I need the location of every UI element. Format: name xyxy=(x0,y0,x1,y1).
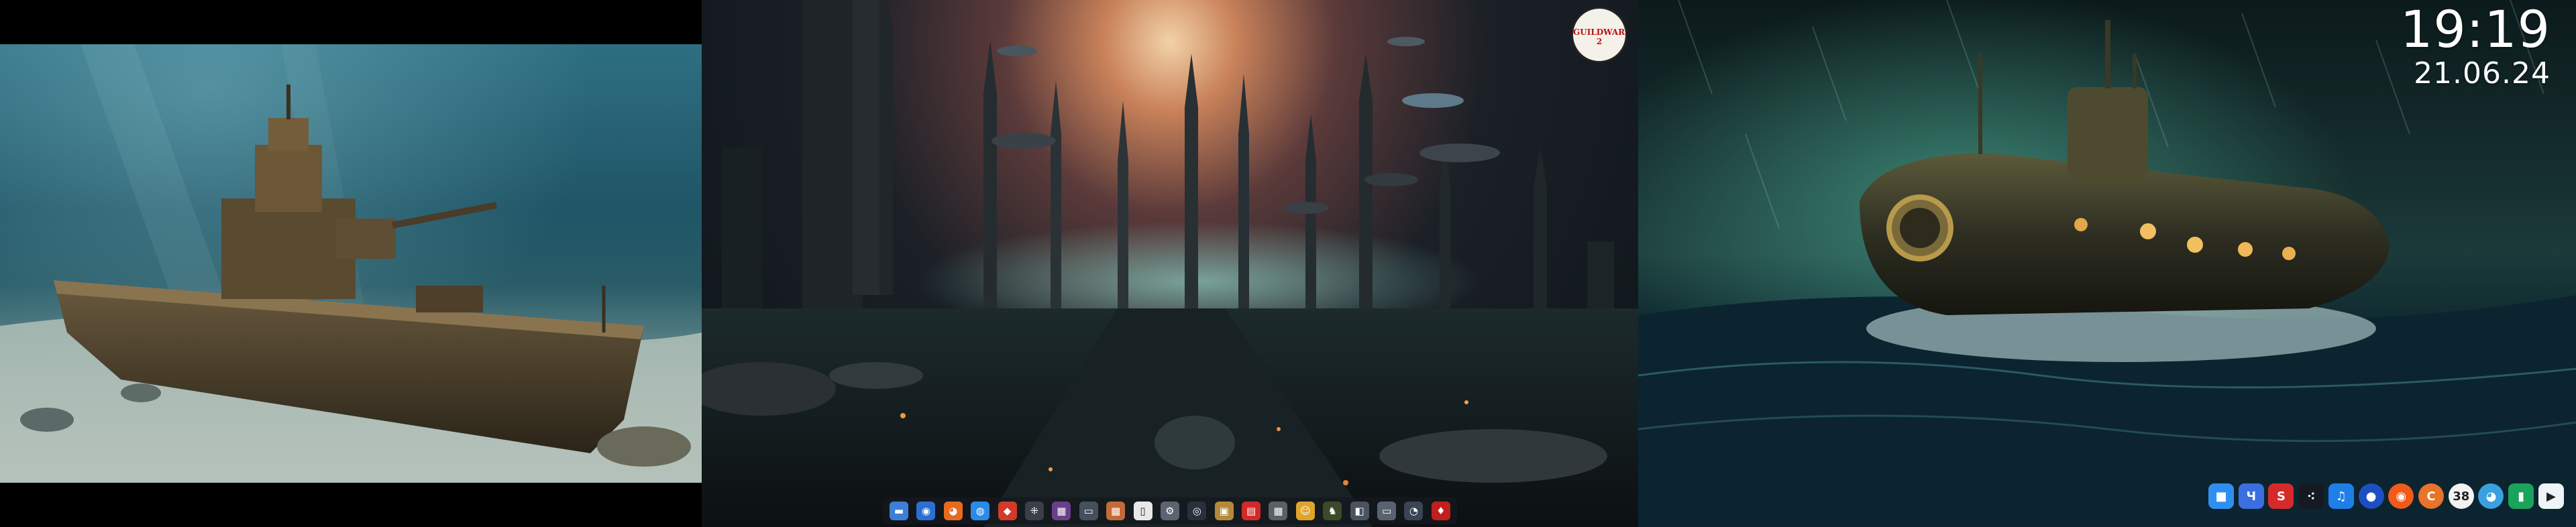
document-icon[interactable]: ▯ xyxy=(1133,502,1152,520)
left-monitor-wallpaper xyxy=(0,0,702,527)
desktop-clock: 19:19 21.06.24 xyxy=(2400,1,2551,90)
right-monitor-wallpaper: 19:19 21.06.24 xyxy=(1638,0,2576,527)
pdf-icon[interactable]: ▤ xyxy=(1242,502,1261,520)
firefox-icon[interactable]: ◕ xyxy=(943,502,963,520)
archive-icon[interactable]: ▣ xyxy=(1214,502,1234,520)
radio-app-icon[interactable]: ● xyxy=(2358,483,2384,509)
monitor-icon[interactable]: ▭ xyxy=(1377,502,1397,520)
game-icon[interactable]: ♞ xyxy=(1323,502,1342,520)
badge-logo-text: GUILDWARS 2 xyxy=(1573,27,1627,46)
globe-browser-icon[interactable]: ◍ xyxy=(971,502,990,520)
texture-app-icon[interactable]: ▩ xyxy=(1106,502,1126,520)
orange-app-icon[interactable]: ◉ xyxy=(2388,483,2414,509)
scifi-city-illustration xyxy=(702,0,1638,527)
right-taskbar-dock: ■ Ч S ⁖ ♫ ● ◉ C 38 ◕ ▮ ▶ xyxy=(2208,479,2564,514)
middle-monitor-wallpaper: GUILDWARS 2 xyxy=(702,0,1638,527)
emoji-app-icon[interactable]: ☺ xyxy=(1295,502,1315,520)
c-app-icon[interactable]: C xyxy=(2418,483,2445,509)
battleship-illustration xyxy=(0,44,702,483)
steam-like-icon[interactable]: ◎ xyxy=(1187,502,1207,520)
clock-date: 21.06.24 xyxy=(2414,56,2551,91)
guildwars-badge-logo: GUILDWARS 2 xyxy=(1571,7,1627,63)
badge-38-icon[interactable]: 38 xyxy=(2448,483,2474,509)
network-tool-icon[interactable]: ⁜ xyxy=(1024,502,1044,520)
sunken-battleship-wallpaper xyxy=(0,44,702,483)
settings-gear-icon[interactable]: ⚙ xyxy=(1160,502,1179,520)
middle-taskbar-dock: ▬ ◉ ◕ ◍ ◆ ⁜ ▦ ▭ ▩ ▯ ⚙ ◎ ▣ ▤ ▦ ☺ ♞ ◧ ▭ ◔ ♦ xyxy=(883,497,1457,524)
clock-time: 19:19 xyxy=(2400,0,2551,59)
finder-square-icon[interactable]: ■ xyxy=(2208,483,2234,509)
dots-app-icon[interactable]: ⁖ xyxy=(2298,483,2324,509)
slides-app-icon[interactable]: ▮ xyxy=(2508,483,2534,509)
launcher-icon[interactable]: ◧ xyxy=(1350,502,1369,520)
s-app-icon[interactable]: S xyxy=(2268,483,2294,509)
screen-capture-icon[interactable]: ▭ xyxy=(1079,502,1098,520)
image-viewer-icon[interactable]: ▦ xyxy=(1052,502,1071,520)
play-store-icon[interactable]: ▶ xyxy=(2538,483,2564,509)
music-icon[interactable]: ♫ xyxy=(2328,483,2354,509)
calculator-icon[interactable]: ▦ xyxy=(1269,502,1288,520)
red-app-icon[interactable]: ◆ xyxy=(998,502,1017,520)
multicolor-app-icon[interactable]: ◕ xyxy=(2478,483,2504,509)
system-icon[interactable]: ◔ xyxy=(1404,502,1424,520)
chromium-icon[interactable]: ◉ xyxy=(916,502,936,520)
guildwars-icon[interactable]: ♦ xyxy=(1431,502,1450,520)
file-manager-icon[interactable]: ▬ xyxy=(890,502,908,520)
u-app-icon[interactable]: Ч xyxy=(2238,483,2264,509)
